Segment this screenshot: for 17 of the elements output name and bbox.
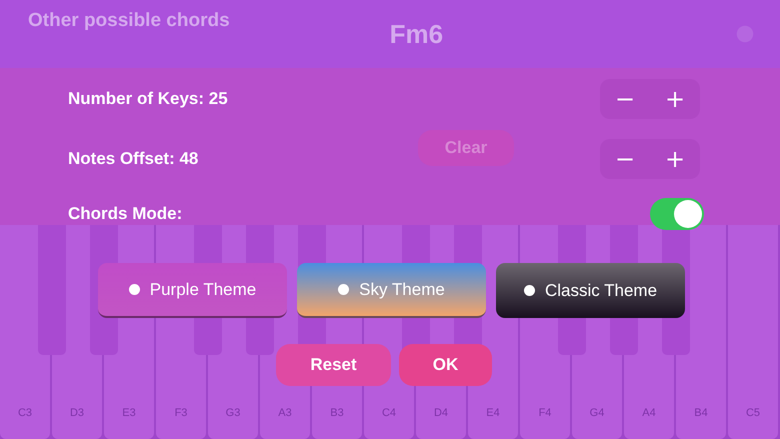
stepper[interactable]: − + xyxy=(600,139,700,179)
stepper[interactable]: − + xyxy=(600,79,700,119)
theme-button[interactable]: Classic Theme xyxy=(496,263,685,318)
reset-button[interactable]: Reset xyxy=(276,344,391,386)
increment-button[interactable]: + xyxy=(650,139,700,179)
theme-button[interactable]: Sky Theme xyxy=(297,263,486,318)
setting-label: Number of Keys: 25 xyxy=(68,89,228,109)
setting-label: Chords Mode: xyxy=(68,204,182,224)
decrement-button[interactable]: − xyxy=(600,139,650,179)
chords-heading: Other possible chords xyxy=(28,10,230,32)
setting-label: Notes Offset: 48 xyxy=(68,149,198,169)
decrement-button[interactable]: − xyxy=(600,79,650,119)
chord-name: Fm6 xyxy=(390,18,444,50)
piano-key[interactable]: C5 xyxy=(728,225,778,439)
increment-button[interactable]: + xyxy=(650,79,700,119)
ok-button[interactable]: OK xyxy=(399,344,492,386)
theme-button[interactable]: Purple Theme xyxy=(98,263,287,318)
